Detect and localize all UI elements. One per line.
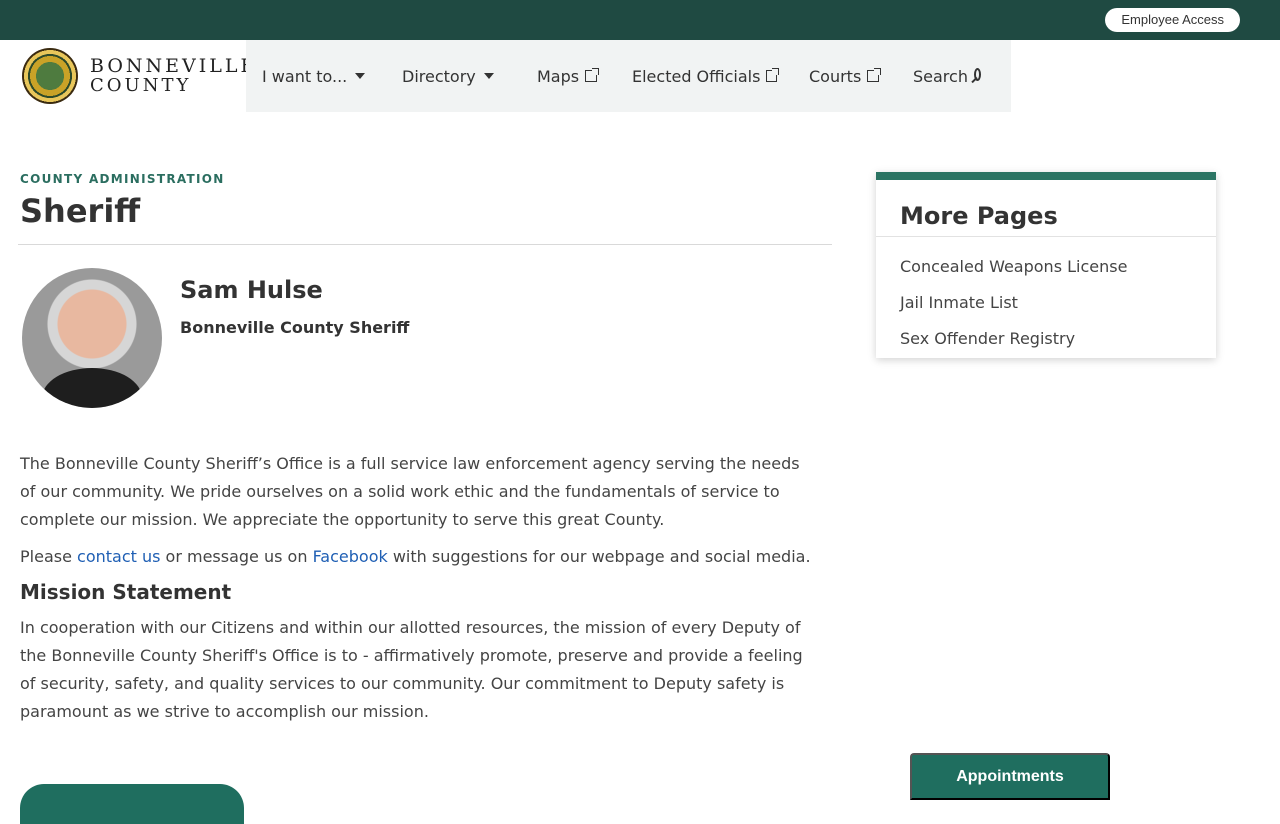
- nav-label: Maps: [537, 66, 580, 86]
- avatar: [22, 268, 162, 408]
- nav-label: Courts: [809, 66, 862, 86]
- nav-label: I want to...: [262, 66, 348, 86]
- nav-directory[interactable]: Directory: [386, 40, 521, 112]
- sheriff-profile: Sam Hulse Bonneville County Sheriff: [22, 268, 722, 408]
- employee-access-button[interactable]: Employee Access: [1105, 8, 1240, 32]
- search-icon: [973, 67, 981, 81]
- logo-line2: COUNTY: [90, 75, 192, 96]
- main-nav: I want to... Directory Maps Elected Offi…: [246, 40, 1011, 112]
- nav-courts[interactable]: Courts: [793, 40, 897, 112]
- sidebar-divider: [876, 236, 1216, 237]
- contact-us-link[interactable]: contact us: [77, 547, 160, 566]
- sidebar-link-jail-inmate-list[interactable]: Jail Inmate List: [900, 292, 1127, 328]
- county-seal-icon: [22, 48, 78, 104]
- caret-down-icon: [483, 73, 494, 79]
- contact-paragraph: Please contact us or message us on Faceb…: [20, 543, 820, 571]
- more-pages-title: More Pages: [900, 202, 1058, 230]
- logo-line1: BONNEVILLE: [90, 55, 258, 77]
- mission-heading: Mission Statement: [20, 580, 232, 604]
- external-link-icon: [585, 68, 600, 82]
- contact-text-middle: or message us on: [160, 547, 313, 566]
- county-logo[interactable]: BONNEVILLE COUNTY: [22, 48, 254, 104]
- caret-down-icon: [355, 73, 366, 79]
- sheriff-name: Sam Hulse: [180, 276, 323, 304]
- sheriff-title: Bonneville County Sheriff: [180, 318, 410, 337]
- nav-label: Elected Officials: [632, 66, 761, 86]
- nav-search[interactable]: Search: [897, 40, 997, 112]
- external-link-icon: [766, 68, 779, 82]
- contact-text-before: Please: [20, 547, 78, 566]
- contact-text-after: with suggestions for our webpage and soc…: [387, 547, 811, 566]
- page-title: Sheriff: [20, 192, 141, 230]
- sidebar-link-concealed-weapons[interactable]: Concealed Weapons License: [900, 256, 1127, 292]
- nav-maps[interactable]: Maps: [521, 40, 616, 112]
- intro-paragraph: The Bonneville County Sheriff’s Office i…: [20, 454, 800, 529]
- nav-label: Directory: [402, 66, 476, 86]
- sidebar-link-sex-offender-registry[interactable]: Sex Offender Registry: [900, 328, 1127, 364]
- logo-text: BONNEVILLE COUNTY: [90, 56, 257, 96]
- top-utility-bar: Employee Access: [0, 0, 1280, 40]
- bottom-action-button[interactable]: [20, 784, 244, 824]
- external-link-icon: [867, 68, 882, 82]
- site-header: BONNEVILLE COUNTY I want to... Directory…: [0, 40, 1280, 112]
- facebook-link[interactable]: Facebook: [313, 547, 388, 566]
- nav-elected-officials[interactable]: Elected Officials: [616, 40, 793, 112]
- mission-paragraph: In cooperation with our Citizens and wit…: [20, 618, 803, 721]
- more-pages-list: Concealed Weapons License Jail Inmate Li…: [900, 256, 1127, 364]
- more-pages-panel: More Pages Concealed Weapons License Jai…: [876, 172, 1216, 358]
- nav-i-want-to[interactable]: I want to...: [246, 40, 386, 112]
- page-eyebrow: COUNTY ADMINISTRATION: [20, 172, 225, 186]
- nav-label: Search: [913, 66, 968, 86]
- main-content: COUNTY ADMINISTRATION Sheriff: [20, 172, 832, 230]
- appointments-button[interactable]: Appointments: [910, 753, 1110, 800]
- title-divider: [18, 244, 832, 245]
